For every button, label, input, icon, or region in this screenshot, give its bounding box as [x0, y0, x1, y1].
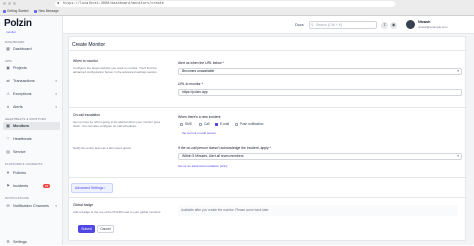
sidebar-item-heartbeats[interactable]: ♡ Heartbeats — [3, 135, 60, 143]
user-email: nivash@example.com — [418, 25, 448, 29]
on-call-title: On-call escalation — [73, 113, 100, 117]
chevron-right-icon: › — [104, 186, 106, 190]
submit-button[interactable]: Submit — [78, 225, 95, 233]
global-badge-desc: Add a badge to the top of the POLZIN and… — [73, 210, 162, 214]
divider — [69, 197, 467, 198]
divider — [69, 177, 467, 178]
escalate-desc: Notify the entire team as a last resort … — [73, 146, 132, 150]
arrows-icon: ⇄ — [6, 78, 10, 83]
main-content: Create Monitor When to monitor Configure… — [63, 34, 474, 245]
sidebar-item-monitors[interactable]: ▣ Monitors — [3, 122, 60, 130]
chevron-down-icon: ▾ — [55, 92, 57, 96]
url-input[interactable]: https://polzin.app — [178, 89, 462, 96]
divider — [69, 107, 467, 108]
call-checkbox[interactable]: Call — [199, 122, 210, 126]
on-call-schedule-link[interactable]: the current on-call person — [182, 131, 216, 135]
chevron-down-icon: ▾ — [55, 204, 57, 208]
create-monitor-card: Create Monitor When to monitor Configure… — [68, 36, 467, 241]
bookmarks-bar: Getting Started New Message — [3, 9, 59, 13]
user-name: Nivash — [418, 20, 431, 24]
section-heartbeats: HEARTBEATS & MONITORS — [5, 117, 47, 121]
alert-condition-label: Alert us when the URL below * — [178, 61, 224, 65]
chevron-down-icon: ▾ — [457, 154, 459, 158]
chevron-down-icon: ▾ — [457, 69, 459, 73]
sidebar: Polzin monitor DASHBOARD ▦ Dashboard APM … — [0, 16, 63, 245]
lock-icon: ● — [57, 2, 60, 6]
app-logo-sub: monitor — [6, 30, 17, 34]
avatar[interactable] — [406, 20, 415, 29]
section-dashboard: DASHBOARD — [5, 40, 25, 44]
upload-icon[interactable]: ⇧ — [381, 22, 388, 29]
on-call-desc: Set up rules for who's going to be alert… — [73, 120, 161, 128]
sidebar-item-transactions[interactable]: ⇄ Transactions ▾ — [3, 77, 60, 85]
sms-checkbox[interactable]: SMS — [180, 122, 192, 126]
page-title: Create Monitor — [72, 42, 106, 48]
server-icon: ▤ — [6, 149, 10, 154]
email-checkbox[interactable]: E-mail — [215, 122, 229, 126]
shield-icon: ▼ — [6, 170, 10, 175]
alert-condition-select[interactable]: Becomes unavailable ▾ — [178, 68, 462, 75]
gear-icon: ⚙ — [6, 239, 10, 244]
escalate-select[interactable]: Within 5 Minutes, Alert all team members… — [178, 153, 462, 160]
bell-icon: ♦ — [6, 104, 10, 109]
sidebar-item-policies[interactable]: ▼ Policies — [3, 169, 60, 177]
advanced-settings-toggle[interactable]: Advanced Settings › — [71, 183, 113, 193]
monitor-icon: ▣ — [6, 123, 10, 128]
global-badge-empty: Available after you create the monitor. … — [178, 205, 458, 216]
sidebar-item-notification-channels[interactable]: ✉ Notification Channels ▾ — [3, 202, 60, 210]
incidents-badge: 24 — [43, 184, 50, 188]
warning-icon: ⚠ — [6, 91, 10, 96]
heart-icon: ♡ — [6, 136, 10, 141]
section-incidents: PLATFORM & INCIDENTS — [5, 162, 43, 166]
folder-icon: ▣ — [6, 65, 10, 70]
search-placeholder: Search (Ctrl + K) — [316, 23, 343, 27]
global-badge-title: Global badge — [73, 203, 94, 207]
divider — [69, 50, 467, 51]
sidebar-item-dashboard[interactable]: ▦ Dashboard — [3, 45, 60, 53]
bookmark-icon — [3, 9, 6, 13]
channel-icon: ✉ — [6, 203, 10, 208]
cancel-button[interactable]: Cancel — [97, 225, 114, 233]
app-logo[interactable]: Polzin — [4, 18, 32, 29]
minimize-dot[interactable] — [8, 2, 11, 5]
url-label: URL to monitor * — [178, 82, 203, 86]
sidebar-item-alerts[interactable]: ♦ Alerts ▾ — [3, 103, 60, 111]
notifications-icon[interactable]: ◉ — [390, 22, 397, 29]
advanced-escalation-link[interactable]: Set up an advanced escalation policy — [178, 164, 228, 168]
flag-icon: ⚑ — [6, 183, 10, 188]
maximize-dot[interactable] — [13, 2, 16, 5]
sidebar-item-exceptions[interactable]: ⚠ Exceptions ▾ — [3, 90, 60, 98]
search-input[interactable]: ⚲ Search (Ctrl + K) — [309, 21, 377, 29]
checkbox-box — [199, 122, 202, 126]
docs-link[interactable]: Docs — [295, 23, 304, 27]
checkbox-box — [180, 122, 183, 126]
bookmark-icon — [34, 9, 38, 13]
checkbox-box — [235, 122, 238, 126]
when-to-monitor-title: When to monitor — [73, 59, 98, 63]
bookmark-getting-started[interactable]: Getting Started — [3, 9, 28, 13]
chevron-down-icon: ▾ — [55, 105, 57, 109]
notify-label: When there's a new incident — [178, 115, 221, 119]
bookmark-new-message[interactable]: New Message — [34, 9, 59, 13]
browser-chrome: ● https://localhost:3000/dashboard/monit… — [0, 0, 474, 16]
window-controls[interactable] — [3, 2, 16, 5]
top-bar: Docs ⚲ Search (Ctrl + K) ⇧ ◉ Nivash niva… — [63, 16, 474, 34]
push-checkbox[interactable]: Push notification — [235, 122, 263, 126]
address-text: https://localhost:3000/dashboard/monitor… — [63, 2, 164, 6]
sidebar-item-projects[interactable]: ▣ Projects — [3, 64, 60, 72]
close-dot[interactable] — [3, 2, 6, 5]
escalate-label: If the on-call person doesn't acknowledg… — [178, 146, 271, 150]
sidebar-item-incidents[interactable]: ⚑ Incidents 24 — [3, 182, 60, 190]
sidebar-item-service[interactable]: ▤ Service — [3, 148, 60, 156]
address-bar[interactable]: ● https://localhost:3000/dashboard/monit… — [55, 1, 395, 7]
search-icon: ⚲ — [311, 23, 314, 27]
chevron-down-icon: ▾ — [55, 79, 57, 83]
when-to-monitor-desc: Configure the target website you want to… — [73, 66, 158, 74]
grid-icon: ▦ — [6, 46, 10, 51]
section-apm: APM — [5, 59, 12, 63]
checkbox-box-checked — [215, 122, 218, 126]
section-notifications: NOTIFICATIONS — [5, 196, 29, 200]
